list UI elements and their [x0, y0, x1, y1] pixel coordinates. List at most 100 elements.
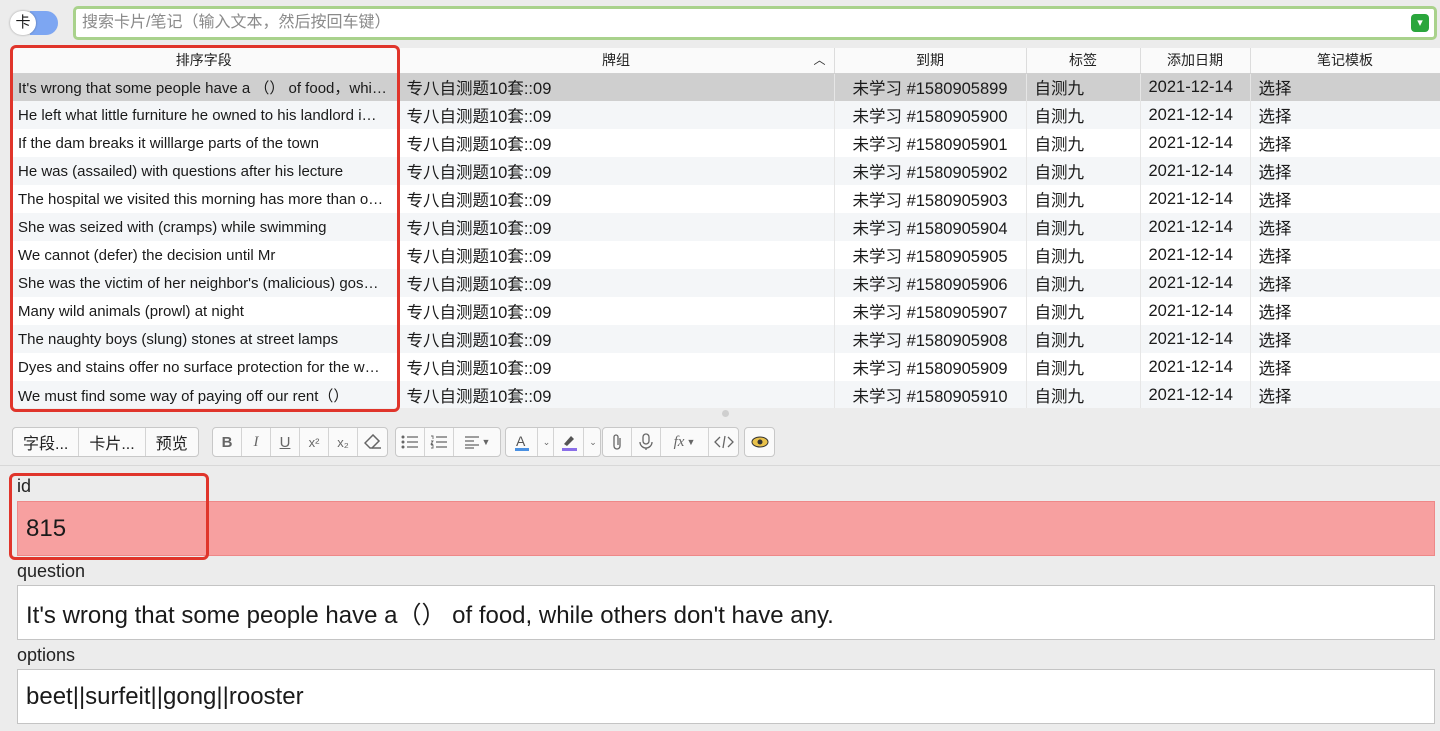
- cell-note-type: 选择: [1250, 73, 1440, 101]
- preview-button[interactable]: 预览: [146, 428, 198, 456]
- cell-deck: 专八自测题10套::09: [398, 101, 835, 129]
- cell-tags: 自测九: [1026, 129, 1141, 157]
- function-icon: fx: [673, 433, 685, 450]
- search-bar: 卡 ▾: [0, 0, 1440, 46]
- addon-group: [744, 427, 775, 457]
- text-color-dropdown[interactable]: ⌄: [538, 428, 554, 456]
- fields-button[interactable]: 字段...: [13, 428, 80, 456]
- list-format-group: ▼: [395, 427, 501, 457]
- column-header-tags[interactable]: 标签: [1026, 48, 1141, 74]
- cell-sort-field: Dyes and stains offer no surface protect…: [10, 353, 399, 381]
- column-header-due[interactable]: 到期: [834, 48, 1027, 74]
- field-label-options: options: [17, 645, 76, 665]
- cell-note-type: 选择: [1250, 269, 1440, 297]
- chevron-down-icon: ⌄: [542, 436, 551, 447]
- column-header-sort-field[interactable]: 排序字段: [10, 48, 399, 74]
- table-row[interactable]: Many wild animals (prowl) at night 专八自测题1…: [10, 297, 1440, 325]
- table-row[interactable]: He left what little furniture he owned t…: [10, 101, 1440, 129]
- splitter-handle[interactable]: [722, 410, 729, 417]
- cell-due: 未学习 #1580905910: [834, 381, 1027, 408]
- cell-created: 2021-12-14: [1140, 325, 1251, 353]
- field-id-input[interactable]: 815: [17, 501, 1435, 556]
- cell-due: 未学习 #1580905905: [834, 241, 1027, 269]
- cell-deck: 专八自测题10套::09: [398, 325, 835, 353]
- cell-created: 2021-12-14: [1140, 129, 1251, 157]
- search-history-dropdown-icon[interactable]: ▾: [1411, 14, 1429, 32]
- chevron-down-icon: ▼: [686, 437, 696, 447]
- cell-sort-field: He left what little furniture he owned t…: [10, 101, 399, 129]
- italic-button[interactable]: I: [242, 428, 271, 456]
- field-question-input[interactable]: It's wrong that some people have a（） of …: [17, 585, 1435, 640]
- field-options-input[interactable]: beet||surfeit||gong||rooster: [17, 669, 1435, 724]
- sort-ascending-icon: ︿: [813, 53, 826, 67]
- cell-deck: 专八自测题10套::09: [398, 213, 835, 241]
- cell-due: 未学习 #1580905899: [834, 73, 1027, 101]
- cell-created: 2021-12-14: [1140, 101, 1251, 129]
- microphone-icon[interactable]: [632, 428, 661, 456]
- column-header-note-type[interactable]: 笔记模板: [1250, 48, 1440, 74]
- paperclip-icon[interactable]: [603, 428, 632, 456]
- highlight-color-button[interactable]: [554, 428, 584, 456]
- table-row[interactable]: The naughty boys (slung) stones at stree…: [10, 325, 1440, 353]
- card-table: 排序字段 牌组 ︿ 到期 标签 添加日期 笔记模板 It's wrong that…: [10, 48, 1440, 408]
- table-row[interactable]: It's wrong that some people have a （） of…: [10, 73, 1440, 101]
- bold-button[interactable]: B: [213, 428, 242, 456]
- table-row[interactable]: We cannot (defer) the decision until Mr 专…: [10, 241, 1440, 269]
- cell-sort-field: She was seized with (cramps) while swimm…: [10, 213, 399, 241]
- cell-note-type: 选择: [1250, 241, 1440, 269]
- cell-note-type: 选择: [1250, 353, 1440, 381]
- addon-eye-icon[interactable]: [745, 428, 774, 456]
- subscript-button[interactable]: x₂: [329, 428, 358, 456]
- table-row[interactable]: We must find some way of paying off our …: [10, 381, 1440, 408]
- cards-button[interactable]: 卡片...: [79, 428, 146, 456]
- column-header-created[interactable]: 添加日期: [1140, 48, 1251, 74]
- table-row[interactable]: She was the victim of her neighbor's (ma…: [10, 269, 1440, 297]
- cell-created: 2021-12-14: [1140, 73, 1251, 101]
- bullet-list-icon[interactable]: [396, 428, 425, 456]
- cell-note-type: 选择: [1250, 157, 1440, 185]
- cell-created: 2021-12-14: [1140, 157, 1251, 185]
- cell-created: 2021-12-14: [1140, 241, 1251, 269]
- cell-note-type: 选择: [1250, 213, 1440, 241]
- numbered-list-icon[interactable]: [425, 428, 454, 456]
- media-group: fx ▼: [602, 427, 739, 457]
- cell-deck: 专八自测题10套::09: [398, 297, 835, 325]
- mathjax-dropdown[interactable]: fx ▼: [661, 428, 709, 456]
- table-row[interactable]: Dyes and stains offer no surface protect…: [10, 353, 1440, 381]
- text-color-button[interactable]: A: [506, 428, 538, 456]
- cell-sort-field: Many wild animals (prowl) at night: [10, 297, 399, 325]
- html-editor-icon[interactable]: [709, 428, 738, 456]
- cell-note-type: 选择: [1250, 185, 1440, 213]
- cards-notes-toggle[interactable]: 卡: [10, 11, 58, 35]
- search-input[interactable]: [76, 9, 1396, 37]
- text-format-group: B I U x² x₂: [212, 427, 388, 457]
- alignment-dropdown[interactable]: ▼: [454, 428, 500, 456]
- column-header-deck[interactable]: 牌组 ︿: [398, 48, 835, 74]
- cell-deck: 专八自测题10套::09: [398, 129, 835, 157]
- underline-button[interactable]: U: [271, 428, 300, 456]
- cell-due: 未学习 #1580905902: [834, 157, 1027, 185]
- cell-deck: 专八自测题10套::09: [398, 241, 835, 269]
- table-row[interactable]: He was (assailed) with questions after h…: [10, 157, 1440, 185]
- color-group: A ⌄ ⌄: [505, 427, 601, 457]
- cell-tags: 自测九: [1026, 297, 1141, 325]
- cell-due: 未学习 #1580905909: [834, 353, 1027, 381]
- field-label-question: question: [17, 561, 86, 581]
- table-row[interactable]: She was seized with (cramps) while swimm…: [10, 213, 1440, 241]
- cell-tags: 自测九: [1026, 325, 1141, 353]
- superscript-button[interactable]: x²: [300, 428, 329, 456]
- cell-note-type: 选择: [1250, 101, 1440, 129]
- cell-note-type: 选择: [1250, 297, 1440, 325]
- chevron-down-icon: ▼: [481, 437, 491, 447]
- cell-sort-field: The naughty boys (slung) stones at stree…: [10, 325, 399, 353]
- cell-created: 2021-12-14: [1140, 213, 1251, 241]
- highlight-color-dropdown[interactable]: ⌄: [584, 428, 600, 456]
- table-row[interactable]: If the dam breaks it willlarge parts of …: [10, 129, 1440, 157]
- cell-deck: 专八自测题10套::09: [398, 185, 835, 213]
- eraser-icon[interactable]: [358, 428, 387, 456]
- cell-tags: 自测九: [1026, 185, 1141, 213]
- table-row[interactable]: The hospital we visited this morning has…: [10, 185, 1440, 213]
- cell-due: 未学习 #1580905903: [834, 185, 1027, 213]
- cell-tags: 自测九: [1026, 269, 1141, 297]
- search-field-frame: ▾: [73, 6, 1437, 40]
